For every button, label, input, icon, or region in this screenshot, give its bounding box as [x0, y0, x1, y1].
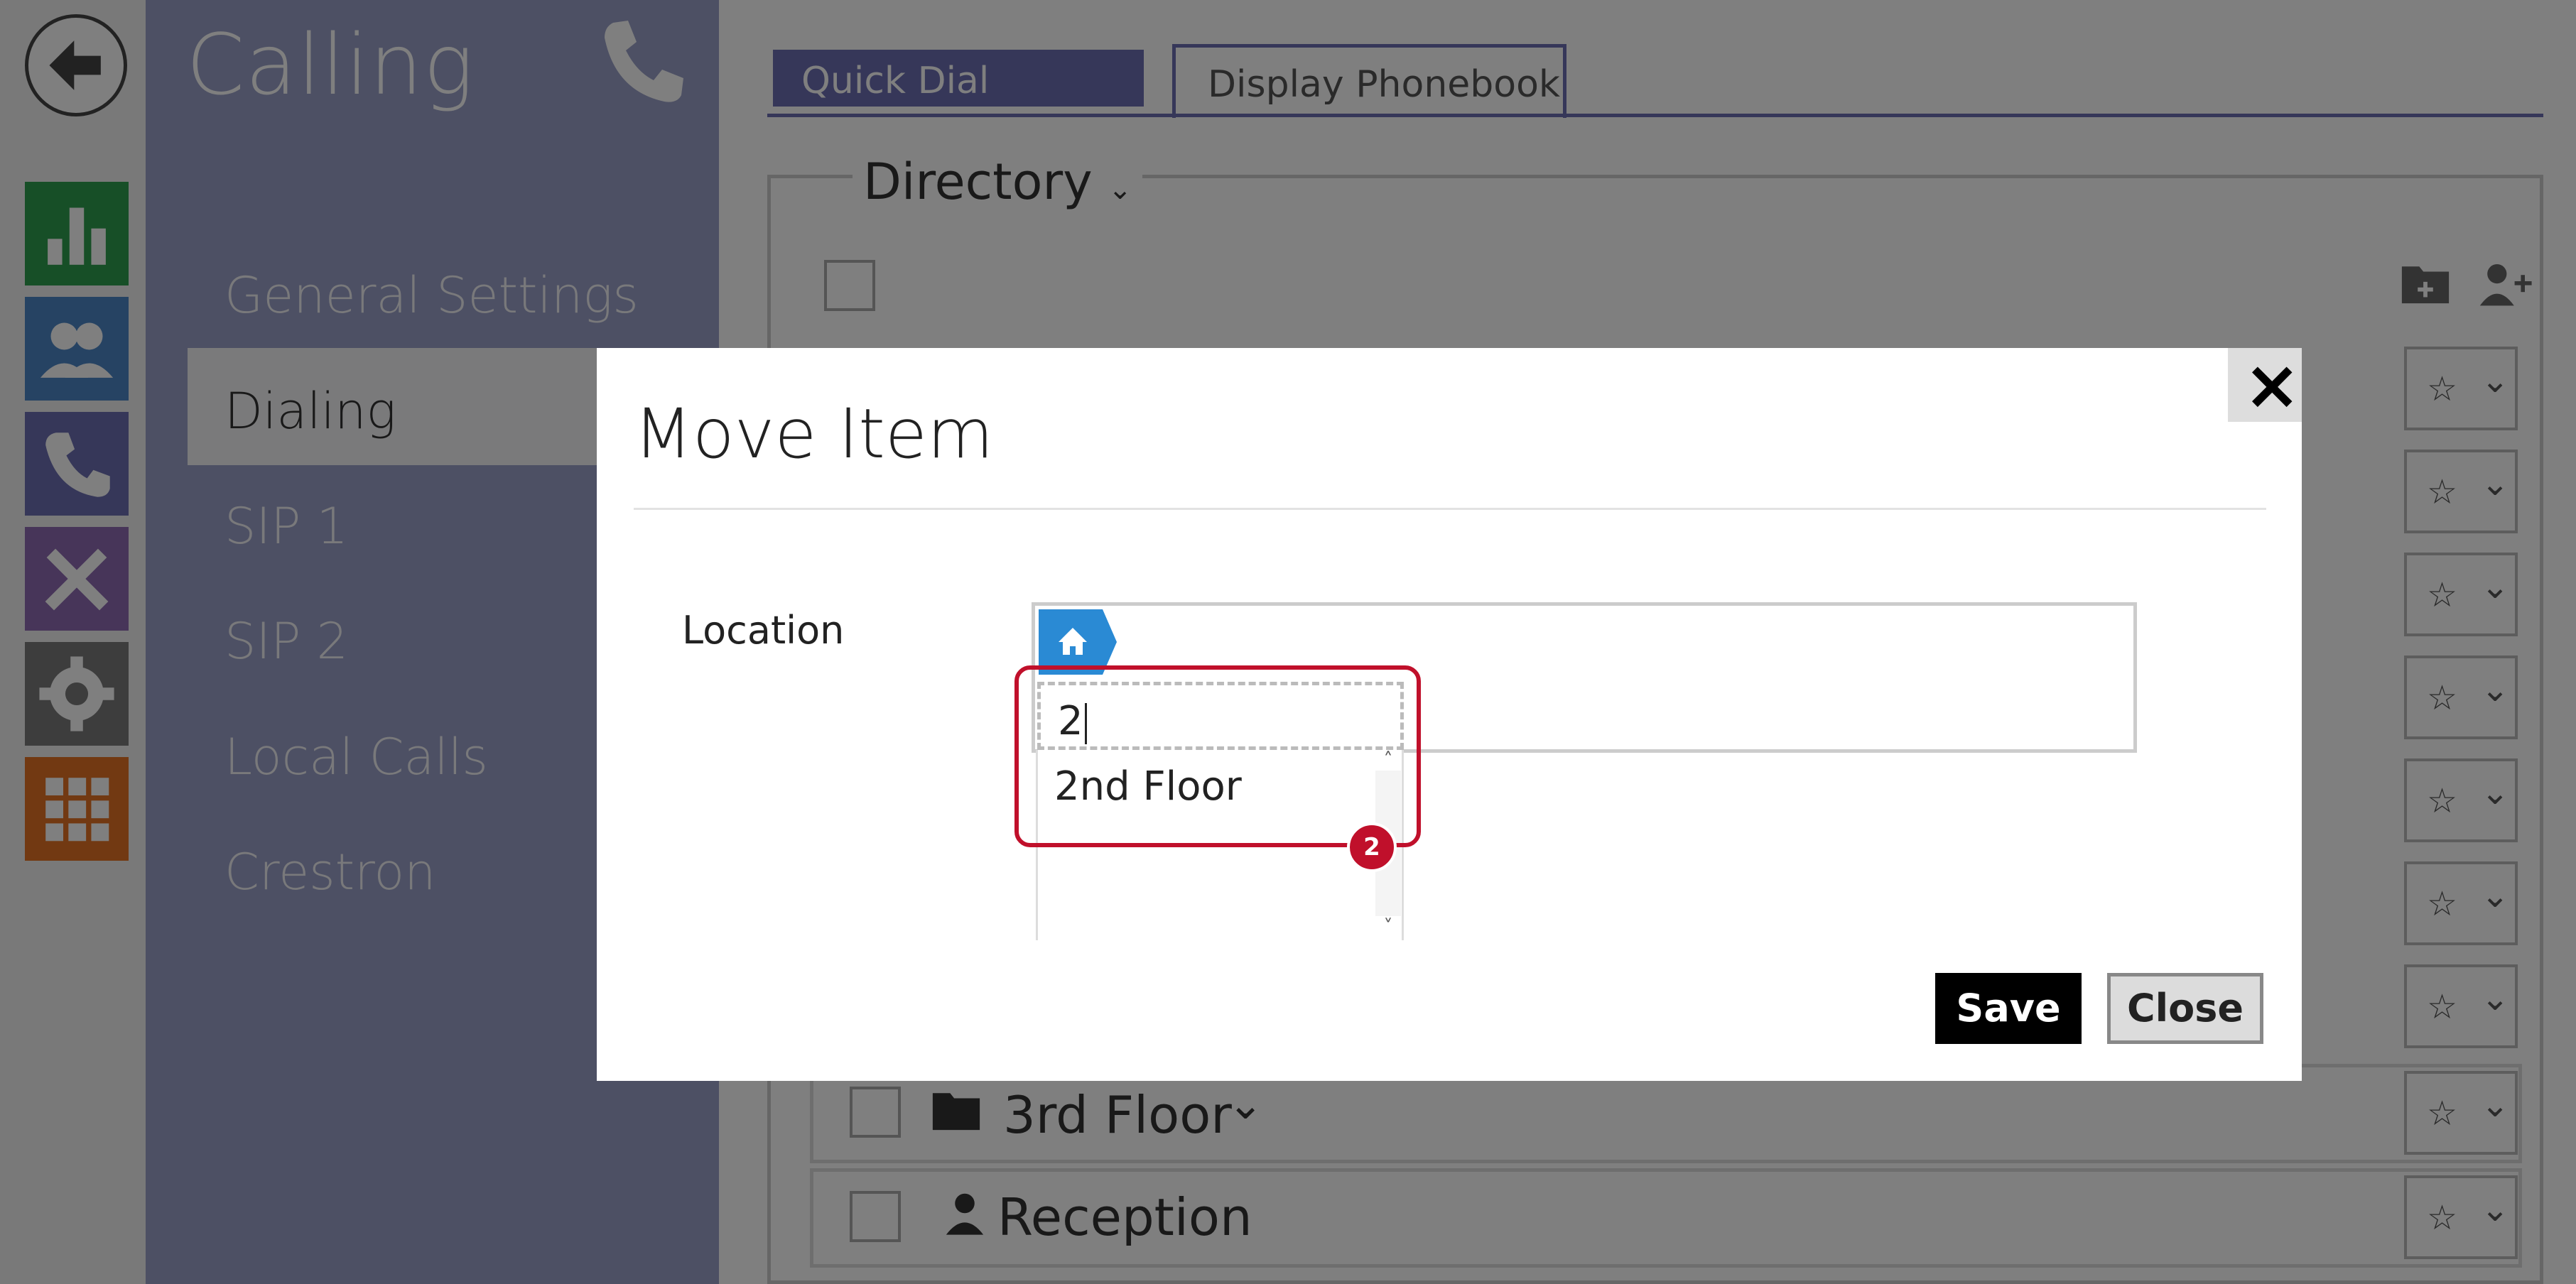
location-label: Location	[682, 608, 845, 653]
close-icon: ×	[2244, 345, 2301, 425]
scroll-down-icon[interactable]: ˅	[1375, 916, 1401, 937]
dialog-divider	[634, 508, 2266, 510]
close-button[interactable]: Close	[2107, 973, 2263, 1044]
callout-highlight	[1014, 665, 1421, 847]
dialog-title: Move Item	[634, 394, 994, 474]
dialog-close-button[interactable]: ×	[2228, 345, 2302, 425]
step-badge: 2	[1347, 822, 1397, 872]
save-button[interactable]: Save	[1935, 973, 2082, 1044]
